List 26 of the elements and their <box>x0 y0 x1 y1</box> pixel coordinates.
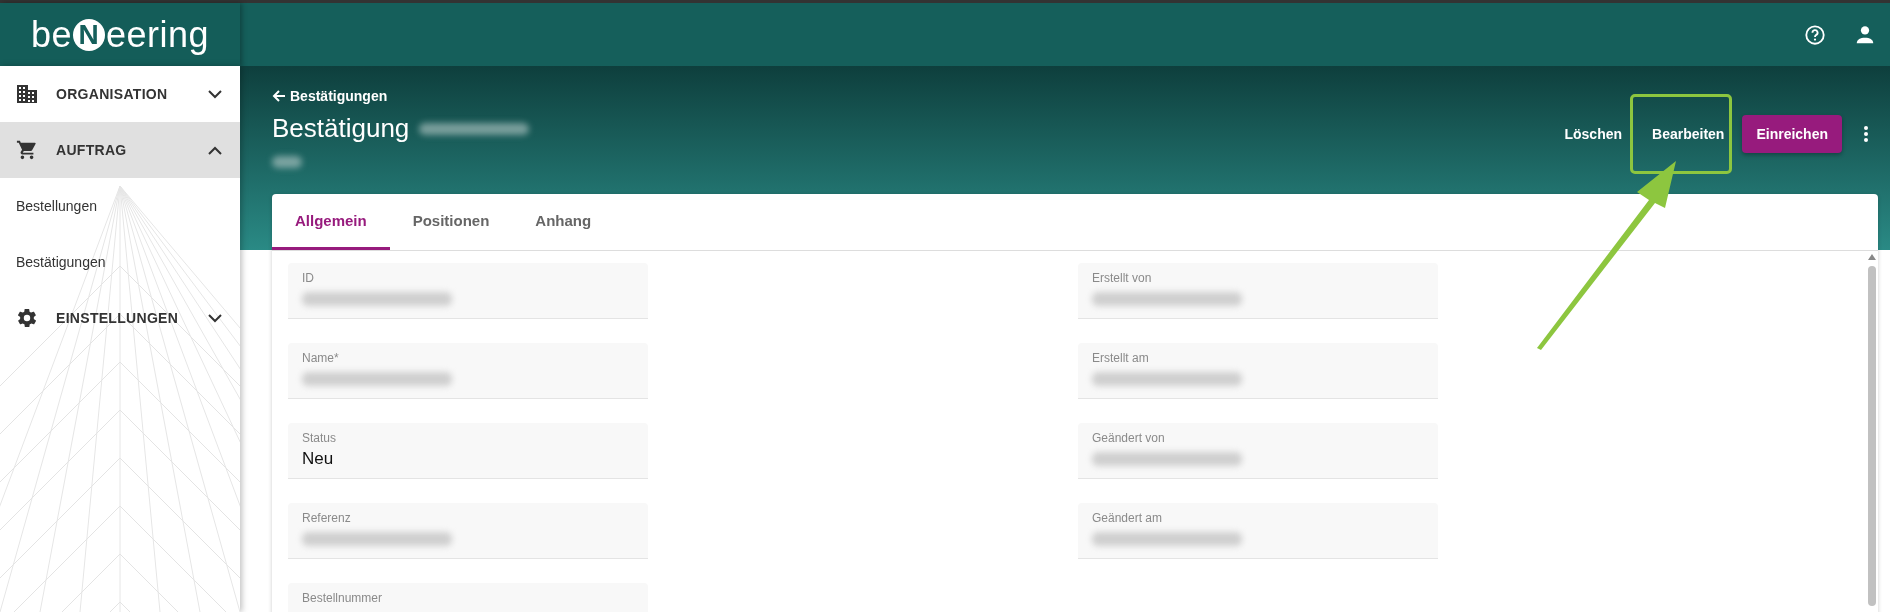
action-button[interactable]: Bearbeiten <box>1640 116 1737 152</box>
nav-group[interactable]: AUFTRAG <box>0 122 240 178</box>
settings-icon <box>16 307 38 329</box>
chevron-up-icon <box>208 145 222 155</box>
nav-item[interactable]: Bestellungen <box>0 178 240 234</box>
tab[interactable]: Positionen <box>389 194 513 250</box>
building-icon <box>16 84 38 104</box>
tab[interactable]: Allgemein <box>272 194 390 250</box>
nav-item[interactable]: Bestätigungen <box>0 234 240 290</box>
chevron-down-icon <box>208 89 222 99</box>
back-arrow-icon <box>272 89 286 103</box>
help-icon[interactable] <box>1804 23 1826 46</box>
cart-icon <box>16 139 38 161</box>
tab[interactable]: Anhang <box>512 194 615 250</box>
back-link[interactable]: Bestätigungen <box>272 88 388 104</box>
nav-group[interactable]: ORGANISATION <box>0 66 240 122</box>
action-button[interactable]: Löschen <box>1552 116 1635 152</box>
chevron-down-icon <box>208 313 222 323</box>
user-icon[interactable] <box>1854 23 1876 46</box>
scrollbar-thumb[interactable] <box>1868 266 1876 606</box>
scroll-up-icon[interactable] <box>1868 254 1876 260</box>
submit-button[interactable]: Einreichen <box>1742 115 1842 153</box>
nav-group[interactable]: EINSTELLUNGEN <box>0 290 240 346</box>
logo[interactable]: be N eering <box>30 13 210 56</box>
page-title: Bestätigung <box>272 113 410 144</box>
form-field[interactable]: Status Neu <box>288 423 648 479</box>
